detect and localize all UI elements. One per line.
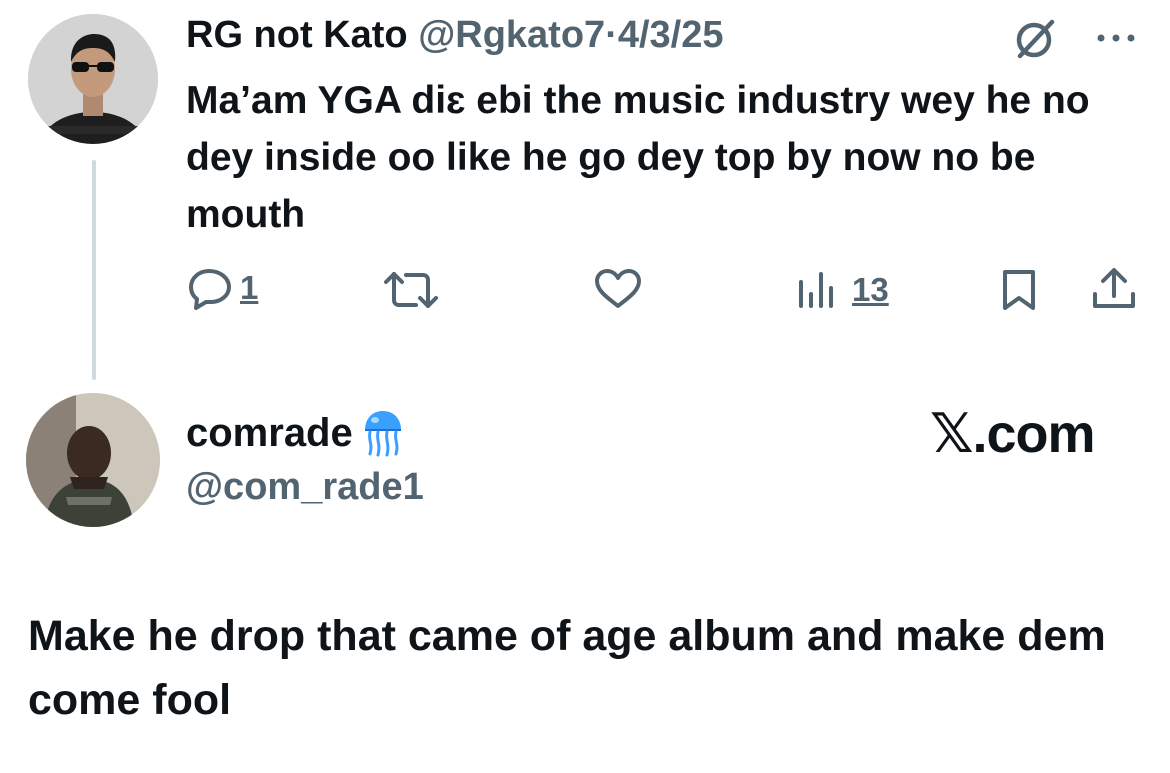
display-name: comrade xyxy=(186,410,353,455)
share-button[interactable] xyxy=(1090,266,1138,312)
thread-connector-line xyxy=(92,160,96,380)
reply-text: Make he drop that came of age album and … xyxy=(28,612,1106,724)
x-logo-watermark: 𝕏.com xyxy=(930,404,1096,464)
separator-dot: · xyxy=(605,14,618,56)
retweet-button[interactable] xyxy=(384,270,438,310)
display-name[interactable]: RG not Kato xyxy=(186,14,408,56)
user-handle[interactable]: @com_rade1 xyxy=(186,466,424,509)
reply-author[interactable]: comrade xyxy=(186,408,405,458)
more-icon[interactable] xyxy=(1092,28,1142,48)
grok-icon[interactable] xyxy=(1012,16,1058,62)
views-button[interactable]: 13 xyxy=(796,270,889,310)
avatar[interactable] xyxy=(28,14,158,144)
like-icon xyxy=(595,269,641,308)
tweet-text: Ma’am YGA diɛ ebi the music industry wey… xyxy=(186,79,1090,236)
share-icon xyxy=(1093,268,1135,308)
reply-button[interactable]: 1 xyxy=(188,266,258,310)
reply-icon xyxy=(189,269,231,310)
reply-count: 1 xyxy=(240,269,259,306)
retweet-icon xyxy=(384,272,438,308)
avatar[interactable] xyxy=(26,393,160,527)
views-count: 13 xyxy=(852,271,889,308)
like-button[interactable] xyxy=(594,268,642,310)
tweet-date[interactable]: 4/3/25 xyxy=(618,14,724,56)
bookmark-icon xyxy=(1003,270,1035,310)
bookmark-button[interactable] xyxy=(1000,268,1038,312)
jellyfish-emoji-icon xyxy=(364,411,401,457)
views-icon xyxy=(799,272,833,308)
tweet-header: RG not Kato @Rgkato7·4/3/25 xyxy=(186,12,724,58)
profile-photo xyxy=(26,393,160,527)
user-handle[interactable]: @Rgkato7 xyxy=(418,14,605,56)
profile-photo xyxy=(28,14,158,144)
